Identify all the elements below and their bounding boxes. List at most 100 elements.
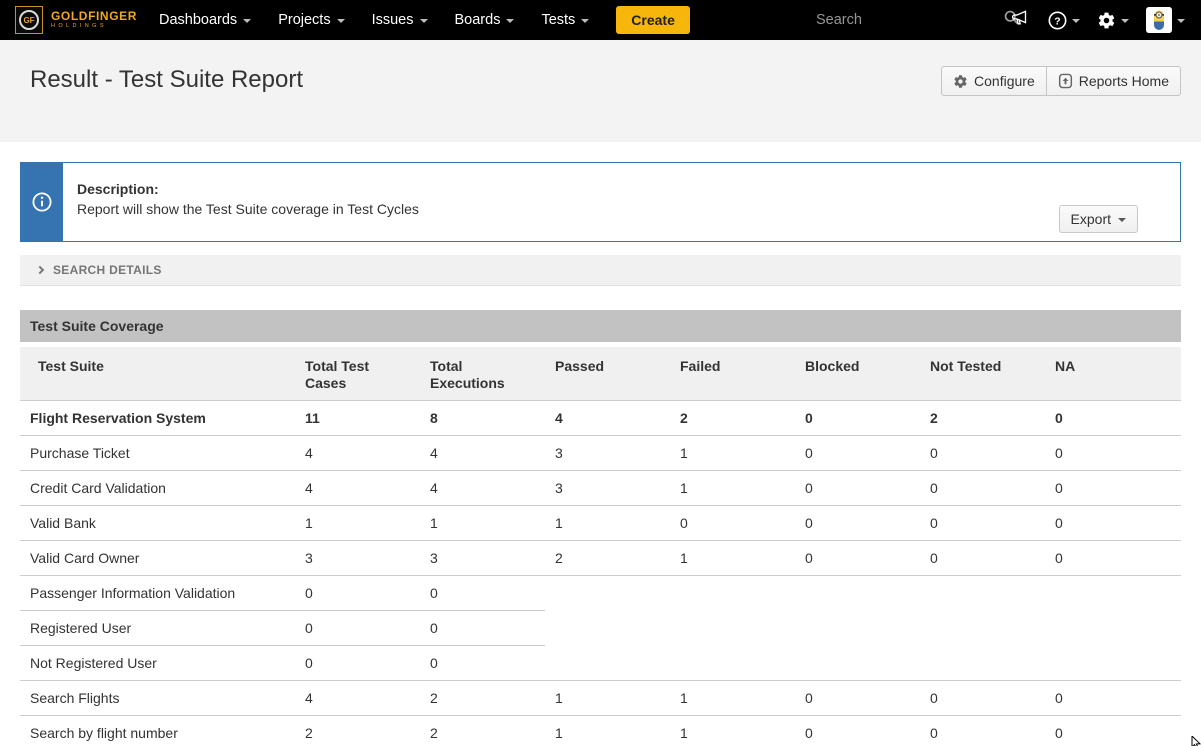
stat-cell: 1 [545,681,670,716]
stat-cell: 11 [295,401,420,436]
column-header: Total Executions [420,347,545,401]
stat-cell: 3 [545,436,670,471]
reports-home-button[interactable]: Reports Home [1046,66,1181,96]
stat-cell: 0 [1045,436,1181,471]
table-row: Passenger Information Validation00 [20,576,1181,611]
stat-cell: 0 [1045,716,1181,746]
column-header: Not Tested [920,347,1045,401]
stat-cell: 0 [795,681,920,716]
create-button[interactable]: Create [616,6,690,34]
brand-title: GOLDFINGER [51,10,137,23]
user-profile-menu[interactable] [1146,7,1185,33]
stat-cell: 4 [295,436,420,471]
chevron-down-icon [243,19,251,23]
column-header: Test Suite [20,347,295,401]
chevron-down-icon [506,19,514,23]
page-header: Result - Test Suite Report Configure Rep… [0,40,1201,142]
stat-cell: 0 [795,716,920,746]
test-suite-name: Purchase Ticket [20,436,295,471]
nav-menus: Dashboards Projects Issues Boards Tests [159,12,616,28]
stat-cell: 0 [420,646,545,681]
announcement-icon[interactable] [1010,8,1031,33]
chevron-down-icon [1118,218,1126,222]
help-icon: ? [1048,11,1067,30]
configure-button[interactable]: Configure [941,66,1047,96]
stat-cell: 1 [545,506,670,541]
stat-cell: 0 [920,681,1045,716]
table-row: Valid Bank1110000 [20,506,1181,541]
coverage-table-body: Flight Reservation System11842020Purchas… [20,401,1181,746]
description-text: Report will show the Test Suite coverage… [77,199,419,219]
stat-cell: 0 [920,716,1045,746]
reports-home-icon [1058,73,1073,89]
chevron-down-icon [1177,19,1185,23]
nav-menu-tests[interactable]: Tests [541,12,589,28]
nav-menu-label: Tests [541,12,575,28]
table-row: Flight Reservation System11842020 [20,401,1181,436]
test-suite-name: Passenger Information Validation [20,576,295,611]
help-menu[interactable]: ? [1048,11,1080,30]
stat-cell: 0 [795,471,920,506]
stat-cell: 0 [1045,401,1181,436]
stat-cell: 1 [420,506,545,541]
stat-cell: 2 [670,401,795,436]
reports-home-label: Reports Home [1079,73,1169,89]
stat-cell: 4 [420,471,545,506]
stat-cell: 3 [420,541,545,576]
stat-cell: 0 [295,576,420,611]
top-navigation-bar: GF GOLDFINGER HOLDINGS Dashboards Project… [0,0,1201,40]
configure-label: Configure [974,73,1035,89]
test-suite-name: Valid Card Owner [20,541,295,576]
stat-cell: 1 [670,716,795,746]
stat-cell: 2 [545,541,670,576]
nav-menu-dashboards[interactable]: Dashboards [159,12,251,28]
info-icon [31,191,53,213]
column-header: Total Test Cases [295,347,420,401]
search-input[interactable] [816,12,1003,28]
section-title: Test Suite Coverage [20,310,1181,342]
stat-cell: 3 [295,541,420,576]
table-row: Credit Card Validation4431000 [20,471,1181,506]
brand-monogram: GF [23,16,34,25]
stat-cell: 2 [295,716,420,746]
mouse-cursor [1191,736,1201,746]
stat-cell: 0 [295,646,420,681]
search-details-label: SEARCH DETAILS [53,263,162,277]
brand-subtitle: HOLDINGS [51,24,137,30]
table-row: Valid Card Owner3321000 [20,541,1181,576]
test-suite-name: Registered User [20,611,295,646]
stat-cell: 0 [795,541,920,576]
stat-cell: 1 [670,541,795,576]
settings-menu[interactable] [1097,11,1129,30]
export-button[interactable]: Export [1059,205,1138,233]
stat-cell: 1 [545,716,670,746]
brand-logo-icon: GF [15,6,43,34]
search-details-toggle[interactable]: SEARCH DETAILS [20,255,1181,286]
coverage-table: Test SuiteTotal Test CasesTotal Executio… [20,347,1181,746]
brand-logo[interactable]: GF GOLDFINGER HOLDINGS [15,6,137,34]
test-suite-name: Valid Bank [20,506,295,541]
chevron-down-icon [337,19,345,23]
nav-menu-issues[interactable]: Issues [372,12,428,28]
empty-stats-cell [545,576,1181,681]
stat-cell: 0 [295,611,420,646]
screen: GF GOLDFINGER HOLDINGS Dashboards Project… [0,0,1201,746]
nav-menu-projects[interactable]: Projects [278,12,344,28]
description-heading: Description: [77,179,419,199]
stat-cell: 0 [420,576,545,611]
gear-icon [1097,11,1116,30]
stat-cell: 1 [670,681,795,716]
coverage-header-row: Test SuiteTotal Test CasesTotal Executio… [20,347,1181,401]
stat-cell: 0 [795,436,920,471]
stat-cell: 4 [545,401,670,436]
svg-text:?: ? [1054,16,1060,27]
stat-cell: 0 [920,471,1045,506]
nav-menu-boards[interactable]: Boards [455,12,515,28]
column-header: Failed [670,347,795,401]
table-row: Search by flight number2211000 [20,716,1181,746]
gear-icon [953,74,968,89]
table-row: Purchase Ticket4431000 [20,436,1181,471]
stat-cell: 8 [420,401,545,436]
nav-menu-label: Projects [278,12,330,28]
avatar [1146,7,1172,33]
